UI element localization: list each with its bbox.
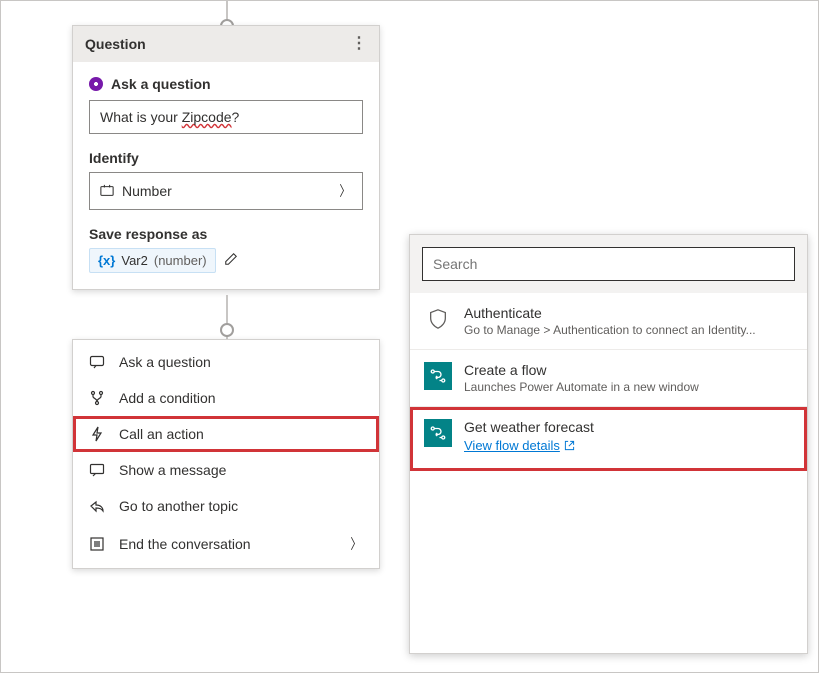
flow-icon [424,362,452,390]
identify-label: Identify [89,150,363,166]
menu-item-show-a-message[interactable]: Show a message [73,452,379,488]
save-response-label: Save response as [89,226,363,242]
ask-question-label-row: Ask a question [89,76,363,92]
lightning-icon [89,426,105,442]
menu-item-label: Show a message [119,462,226,478]
list-icon [89,536,105,552]
question-bullet-icon [89,77,103,91]
connector-node-mid [220,323,234,337]
identify-value: Number [122,183,172,199]
view-flow-details-link[interactable]: View flow details [464,438,575,453]
variable-chip[interactable]: {x} Var2 (number) [89,248,216,273]
flow-icon [424,419,452,447]
shield-icon [424,305,452,333]
menu-item-end-the-conversation[interactable]: End the conversation 〉 [73,524,379,564]
flyout-item-title: Create a flow [464,362,699,378]
chevron-right-icon: 〉 [350,534,361,554]
menu-item-ask-a-question[interactable]: Ask a question [73,344,379,380]
identify-select[interactable]: Number 〉 [89,172,363,210]
menu-item-add-a-condition[interactable]: Add a condition [73,380,379,416]
menu-item-label: Ask a question [119,354,211,370]
menu-item-call-an-action[interactable]: Call an action [73,416,379,452]
message-icon [89,462,105,478]
variable-name: Var2 [121,253,148,268]
flyout-item-create-a-flow[interactable]: Create a flow Launches Power Automate in … [410,350,807,407]
menu-item-label: Go to another topic [119,498,238,514]
variable-icon: {x} [98,253,115,268]
branch-icon [89,390,105,406]
external-link-icon [564,440,575,451]
action-flyout-panel: Authenticate Go to Manage > Authenticatio… [409,234,808,654]
flyout-item-subtitle: Go to Manage > Authentication to connect… [464,323,756,337]
entity-icon [100,184,114,198]
menu-item-label: End the conversation [119,536,251,552]
flyout-item-title: Authenticate [464,305,756,321]
question-text-input[interactable]: What is your Zipcode? [89,100,363,134]
authoring-canvas: Question ⋮ Ask a question What is your Z… [0,0,819,673]
chevron-right-icon: 〉 [339,181,350,201]
add-node-menu: Ask a question Add a condition Call an act… [72,339,380,569]
flyout-item-get-weather-forecast[interactable]: Get weather forecast View flow details [410,407,807,471]
question-node-card: Question ⋮ Ask a question What is your Z… [72,25,380,290]
redo-icon [89,498,105,514]
flyout-action-list: Authenticate Go to Manage > Authenticatio… [410,293,807,653]
variable-type: (number) [154,253,207,268]
flyout-item-title: Get weather forecast [464,419,594,435]
ask-question-label: Ask a question [111,76,211,92]
more-options-icon[interactable]: ⋮ [351,36,367,52]
chat-icon [89,354,105,370]
flyout-item-authenticate[interactable]: Authenticate Go to Manage > Authenticatio… [410,293,807,350]
flyout-search-input[interactable] [422,247,795,281]
menu-item-label: Add a condition [119,390,216,406]
edit-variable-icon[interactable] [224,252,238,269]
question-card-header: Question ⋮ [73,26,379,62]
question-card-title: Question [85,36,146,52]
menu-item-label: Call an action [119,426,204,442]
flyout-search-container [410,235,807,293]
menu-item-go-to-another-topic[interactable]: Go to another topic [73,488,379,524]
flyout-item-subtitle: Launches Power Automate in a new window [464,380,699,394]
